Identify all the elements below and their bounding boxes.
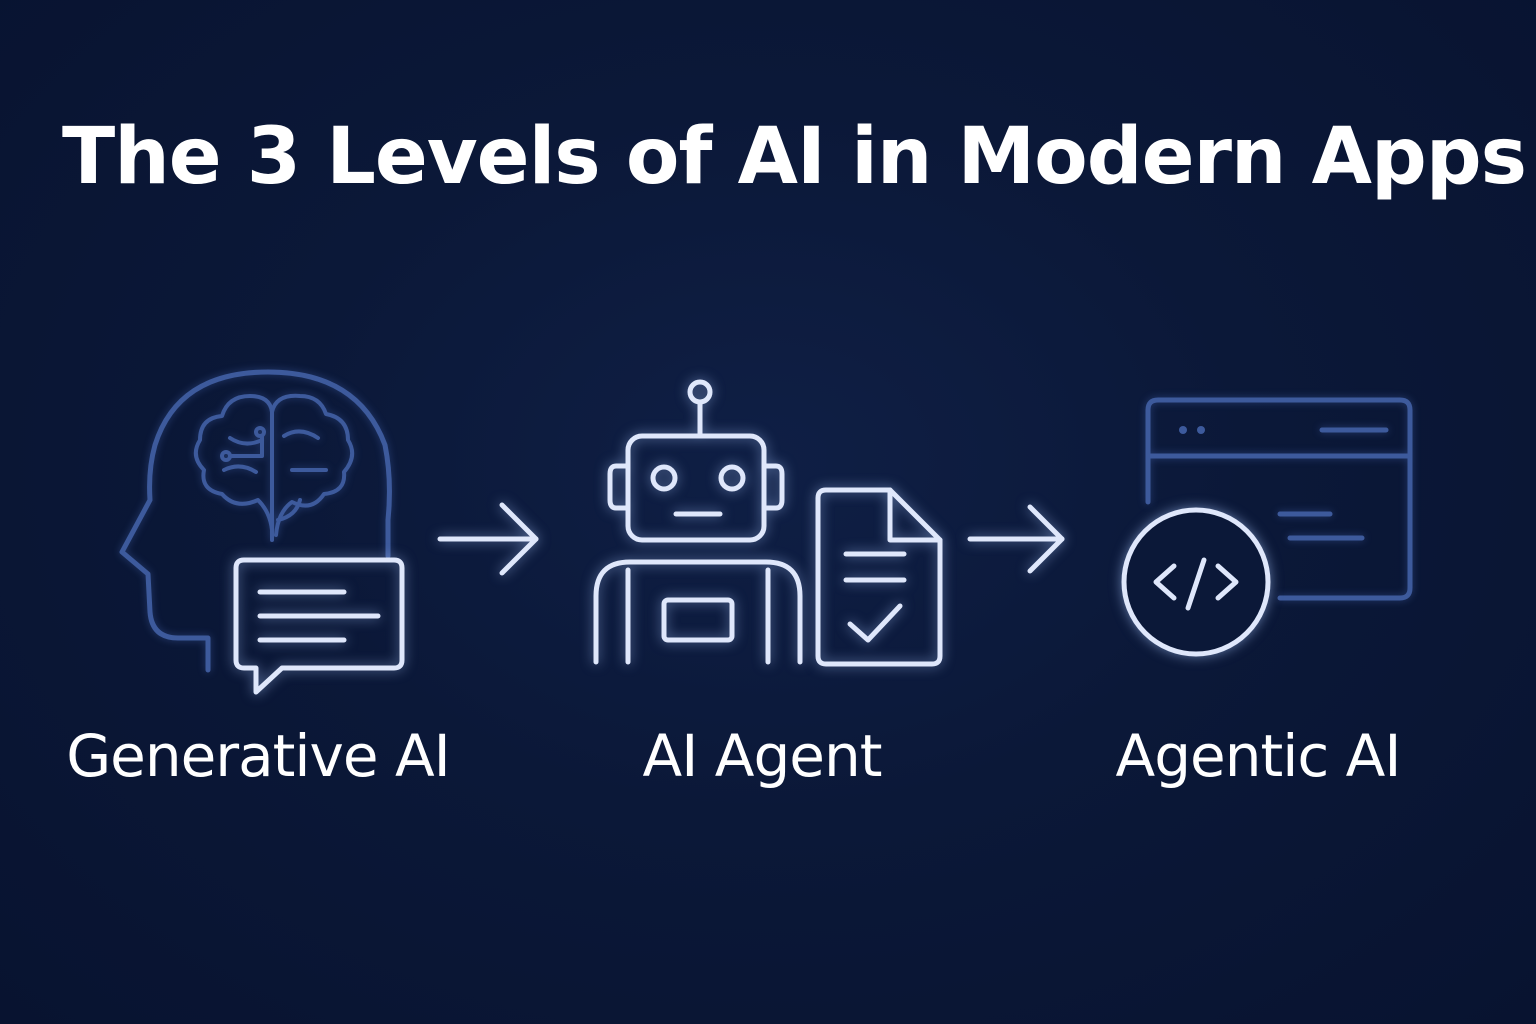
head-brain-chat-icon <box>119 369 405 695</box>
window-dots <box>1179 426 1205 434</box>
document-check-icon <box>815 487 943 667</box>
robot-document-icon <box>593 379 943 667</box>
head-icon <box>119 369 392 673</box>
stage-label-ai-agent: AI Agent <box>642 722 883 790</box>
arrow-right-icon <box>967 504 1065 574</box>
brain-icon <box>193 393 355 542</box>
stage-label-agentic-ai: Agentic AI <box>1115 722 1402 790</box>
code-circle-icon <box>1121 507 1271 657</box>
diagram-canvas <box>119 369 1413 695</box>
robot-icon <box>593 379 803 665</box>
chat-bubble-icon <box>233 557 405 695</box>
browser-code-icon <box>1121 397 1413 657</box>
stage-label-generative-ai: Generative AI <box>66 722 451 790</box>
arrow-right-icon <box>437 502 539 576</box>
